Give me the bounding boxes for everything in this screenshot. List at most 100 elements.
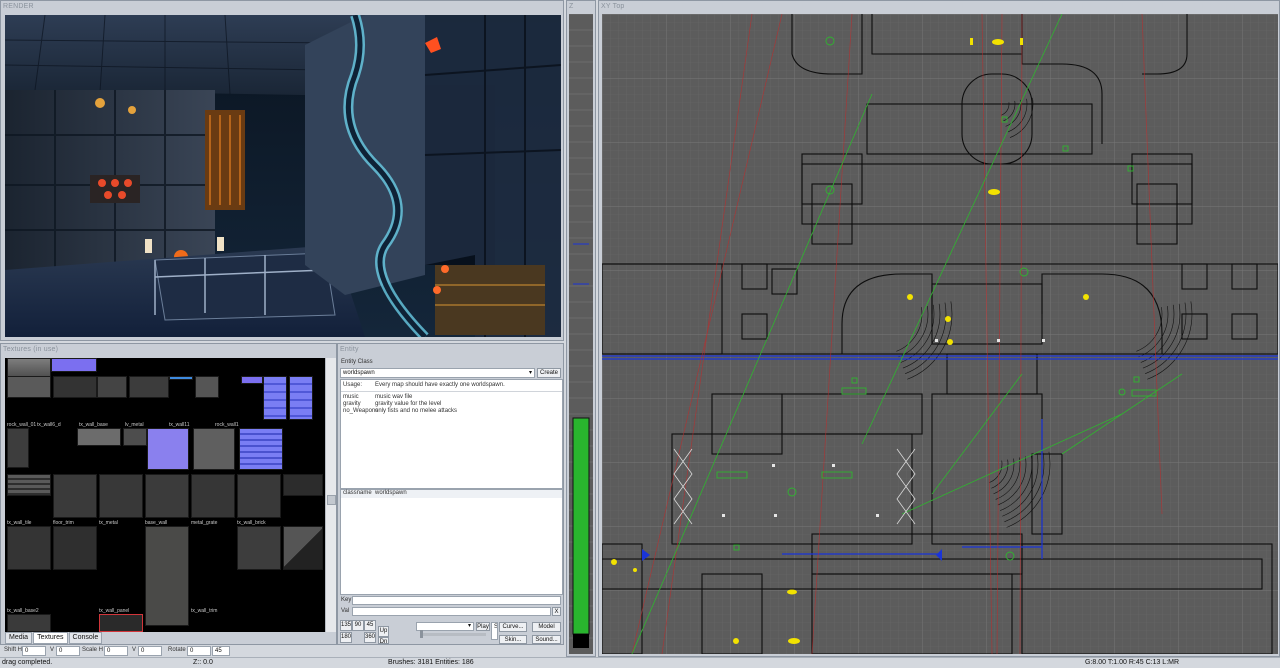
3d-viewport[interactable] [5, 15, 561, 337]
texture-label: tx_metal [99, 520, 118, 526]
description-row: no_Weapons only fists and no melee attac… [341, 408, 562, 416]
texture-tile[interactable] [237, 526, 281, 570]
key-input[interactable] [352, 596, 561, 605]
scale-h-input[interactable]: 0 [104, 646, 128, 656]
key-label: Key [341, 597, 352, 603]
description-text: gravity value for the level [375, 401, 442, 407]
z-scale [569, 14, 593, 648]
description-key: Usage: [343, 382, 363, 388]
angle-135-button[interactable]: 135 [340, 620, 352, 631]
texture-browser[interactable]: rock_wall_01 tx_wall6_d tx_wall_base lv_… [5, 358, 325, 632]
texture-scrollbar[interactable] [325, 358, 336, 632]
texture-transform-bar: Shift H 0 V 0 Scale H 0 V 0 Rotate 0 45 [0, 645, 564, 657]
description-key: no_Weapons [343, 408, 379, 414]
texture-tile[interactable] [283, 526, 323, 570]
texture-tile[interactable] [191, 474, 235, 518]
texture-tabs: Media Textures Console [5, 632, 103, 644]
slider-handle[interactable] [420, 630, 423, 638]
texture-tile[interactable] [7, 614, 51, 632]
rotate-label: Rotate [168, 647, 186, 653]
texture-tile[interactable] [51, 358, 97, 372]
texture-label: tx_wall_trim [191, 608, 218, 614]
texture-tile[interactable] [169, 376, 193, 380]
texture-tile[interactable] [7, 474, 51, 496]
texture-tile[interactable] [53, 474, 97, 518]
angle-360-button[interactable]: 360 [364, 632, 376, 643]
texture-tile[interactable] [129, 376, 169, 398]
texture-tile[interactable] [7, 376, 51, 398]
z-viewport[interactable] [569, 14, 593, 654]
keyvalue-value: worldspawn [375, 490, 407, 496]
volume-slider[interactable] [420, 630, 486, 638]
texture-tile[interactable] [77, 428, 121, 446]
sound-select[interactable]: ▾ [416, 622, 474, 631]
texture-tile[interactable] [237, 474, 281, 518]
texture-tile[interactable] [97, 376, 127, 398]
tab-media[interactable]: Media [5, 632, 33, 644]
texture-tile[interactable] [289, 376, 313, 420]
texture-tile[interactable] [241, 376, 263, 384]
v1-label: V [50, 647, 55, 653]
skin-button[interactable]: Skin... [499, 635, 527, 644]
play-button[interactable]: Play [476, 622, 490, 631]
down-button[interactable]: Dn [378, 637, 389, 644]
description-key: music [343, 394, 359, 400]
tab-console[interactable]: Console [68, 632, 103, 644]
rotate-input[interactable]: 0 [187, 646, 211, 656]
texture-tile[interactable] [53, 526, 97, 570]
texture-tile[interactable] [7, 428, 29, 468]
angle-90-button[interactable]: 90 [352, 620, 364, 631]
up-button[interactable]: Up [378, 626, 389, 637]
shift-v-input[interactable]: 0 [56, 646, 80, 656]
texture-tile[interactable] [53, 376, 97, 398]
curve-button[interactable]: Curve... [499, 622, 527, 632]
create-button[interactable]: Create [537, 368, 561, 378]
texture-tile[interactable] [193, 428, 235, 470]
shift-h-input[interactable]: 0 [22, 646, 46, 656]
sound-button[interactable]: Sound... [532, 635, 561, 644]
xy-view-pane: XY Top [598, 0, 1280, 657]
texture-tile[interactable] [263, 376, 287, 420]
texture-tile[interactable] [147, 428, 189, 470]
model-button[interactable]: Model [532, 622, 561, 632]
keyvalue-row[interactable]: classname worldspawn [341, 490, 562, 498]
entity-class-label: Entity Class [341, 359, 373, 365]
speaker-field[interactable]: S [491, 622, 498, 640]
scale-v-input[interactable]: 0 [138, 646, 162, 656]
textures-pane: Textures (in use) rock_wall_01 tx_wall6_… [0, 343, 337, 645]
texture-tile[interactable] [239, 428, 283, 470]
texture-tile[interactable] [99, 614, 143, 632]
rotate-step-input[interactable]: 45 [212, 646, 230, 656]
angle-180-button[interactable]: 180 [340, 632, 352, 643]
texture-tile[interactable] [99, 474, 143, 518]
tab-textures[interactable]: Textures [33, 632, 68, 644]
textures-title: Textures (in use) [3, 346, 59, 353]
scrollbar-thumb[interactable] [327, 495, 336, 505]
z-brush-bar [572, 417, 590, 635]
v2-label: V [132, 647, 137, 653]
xy-viewport[interactable] [602, 14, 1278, 654]
clear-value-button[interactable]: X [552, 607, 561, 616]
description-text: music wav file [375, 394, 413, 400]
texture-tile[interactable] [145, 474, 189, 518]
description-text: Every map should have exactly one worlds… [375, 382, 505, 388]
description-row: Usage: Every map should have exactly one… [341, 380, 562, 392]
xy-title: XY Top [601, 3, 625, 10]
texture-tile[interactable] [7, 526, 51, 570]
texture-tile[interactable] [195, 376, 219, 398]
render-title: RENDER [3, 3, 34, 10]
render-pane: RENDER [0, 0, 564, 341]
texture-tile[interactable] [123, 428, 147, 446]
val-input[interactable] [352, 607, 551, 616]
description-text: only fists and no melee attacks [375, 408, 458, 414]
keyvalue-list[interactable]: classname worldspawn [340, 489, 563, 595]
xy-map [602, 14, 1278, 654]
entity-class-select[interactable]: worldspawn ▾ [340, 368, 535, 378]
texture-tile[interactable] [145, 526, 189, 626]
texture-tile[interactable] [283, 474, 323, 496]
shift-h-label: Shift H [4, 647, 23, 653]
z-view-pane: Z [566, 0, 596, 657]
texture-label: metal_grate [191, 520, 218, 526]
3d-scene [5, 15, 561, 337]
angle-45-button[interactable]: 45 [364, 620, 376, 631]
